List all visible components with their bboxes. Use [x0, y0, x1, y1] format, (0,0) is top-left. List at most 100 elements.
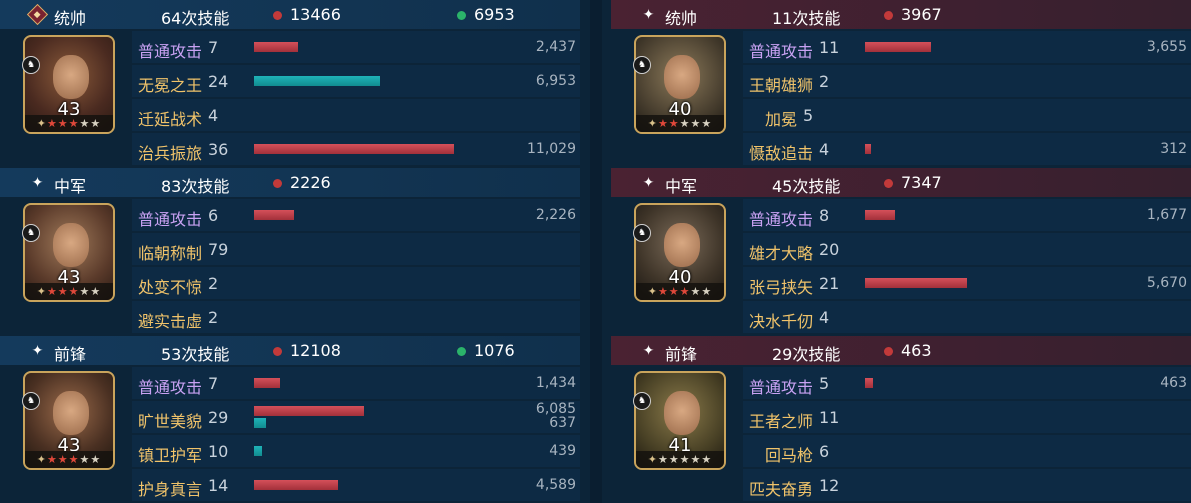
red-dot-icon — [273, 347, 282, 356]
skill-count: 7 — [208, 38, 219, 57]
skill-count: 2 — [208, 308, 219, 327]
damage-bar — [865, 42, 931, 52]
damage-bar — [254, 480, 338, 490]
rank-stars: ✦★★★★★ — [25, 451, 113, 468]
skill-row: 无冕之王 24 6,953 — [132, 65, 580, 97]
cast-count: 29次技能 — [772, 345, 841, 364]
skill-row: 镇卫护军 10 439 — [132, 435, 580, 467]
cavalry-icon: ♞ — [633, 392, 651, 410]
skill-count: 11 — [819, 38, 840, 57]
left-team-panel: ◆ 统帅 64次技能 13466 6953 43 ✦★★★★★ ♞ 普通攻击 7… — [0, 0, 580, 503]
skill-row: 普通攻击 5 463 — [743, 367, 1191, 399]
cavalry-icon: ♞ — [22, 56, 40, 74]
rank-stars: ✦★★★★★ — [636, 283, 724, 300]
damage-total: 463 — [901, 341, 932, 360]
skill-row: 决水千仞 4 — [743, 301, 1191, 333]
skill-name: 普通攻击 — [138, 378, 203, 397]
green-dot-icon — [457, 347, 466, 356]
skill-value: 1,677 — [1146, 207, 1187, 223]
skill-name: 普通攻击 — [749, 210, 814, 229]
skill-row: 雄才大略 20 — [743, 233, 1191, 265]
skill-name: 避实击虚 — [138, 312, 203, 331]
diamond-banner-icon: ◆ — [26, 3, 49, 26]
skill-name: 王朝雄狮 — [749, 76, 814, 95]
damage-total: 7347 — [901, 173, 942, 192]
skill-name: 加冕 — [765, 110, 798, 129]
skill-value: 2,437 — [535, 39, 576, 55]
damage-bar — [254, 378, 280, 388]
skill-count: 20 — [819, 240, 840, 259]
skill-count: 4 — [208, 106, 219, 125]
general-portrait[interactable]: 43 ✦★★★★★ — [23, 35, 115, 134]
left-section-center: ✦ 中军 83次技能 2226 43 ✦★★★★★ ♞ 普通攻击 6 2,226… — [0, 168, 580, 336]
skill-name: 处变不惊 — [138, 278, 203, 297]
general-portrait[interactable]: 40 ✦★★★★★ — [634, 203, 726, 302]
cast-count: 64次技能 — [161, 9, 230, 28]
star-sparkle-icon: ✦ — [642, 174, 655, 191]
skill-row: 普通攻击 7 2,437 — [132, 31, 580, 63]
skill-heal-value: 637 — [549, 415, 576, 431]
right-section-commander: ✦ 统帅 11次技能 3967 40 ✦★★★★★ ♞ 普通攻击 11 3,65… — [611, 0, 1191, 168]
general-portrait[interactable]: 40 ✦★★★★★ — [634, 35, 726, 134]
damage-total: 13466 — [290, 5, 341, 24]
skill-count: 29 — [208, 408, 229, 427]
skill-count: 21 — [819, 274, 840, 293]
portrait-face — [53, 223, 89, 267]
skill-count: 8 — [819, 206, 830, 225]
skill-count: 12 — [819, 476, 840, 495]
role-label: 前锋 — [54, 345, 87, 364]
skill-row: 匹夫奋勇 12 — [743, 469, 1191, 501]
skill-name: 雄才大略 — [749, 244, 814, 263]
skill-value: 1,434 — [535, 375, 576, 391]
skill-row: 普通攻击 8 1,677 — [743, 199, 1191, 231]
general-portrait[interactable]: 43 ✦★★★★★ — [23, 371, 115, 470]
damage-bar — [865, 278, 967, 288]
general-portrait[interactable]: 41 ✦★★★★★ — [634, 371, 726, 470]
general-portrait[interactable]: 43 ✦★★★★★ — [23, 203, 115, 302]
damage-bar — [254, 406, 364, 416]
right-section-center: ✦ 中军 45次技能 7347 40 ✦★★★★★ ♞ 普通攻击 8 1,677… — [611, 168, 1191, 336]
section-header: ✦ 前锋 53次技能 12108 1076 — [0, 336, 580, 365]
portrait-face — [53, 55, 89, 99]
skill-row: 处变不惊 2 — [132, 267, 580, 299]
skill-value: 11,029 — [527, 141, 576, 157]
cast-count: 11次技能 — [772, 9, 841, 28]
skill-count: 4 — [819, 140, 830, 159]
role-label: 前锋 — [665, 345, 698, 364]
skill-count: 79 — [208, 240, 229, 259]
skill-name: 镇卫护军 — [138, 446, 203, 465]
skill-row: 普通攻击 6 2,226 — [132, 199, 580, 231]
red-dot-icon — [884, 347, 893, 356]
skill-count: 10 — [208, 442, 229, 461]
right-team-panel: ✦ 统帅 11次技能 3967 40 ✦★★★★★ ♞ 普通攻击 11 3,65… — [611, 0, 1191, 503]
skill-count: 2 — [208, 274, 219, 293]
skill-count: 4 — [819, 308, 830, 327]
skill-row: 迁延战术 4 — [132, 99, 580, 131]
skill-count: 6 — [208, 206, 219, 225]
skill-name: 匹夫奋勇 — [749, 480, 814, 499]
skill-name: 慑敌追击 — [749, 144, 814, 163]
cavalry-icon: ♞ — [633, 224, 651, 242]
cavalry-icon: ♞ — [22, 224, 40, 242]
skill-row: 回马枪 6 — [743, 435, 1191, 467]
skill-row: 治兵振旅 36 11,029 — [132, 133, 580, 165]
skill-value-pair: 6,085 637 — [536, 402, 576, 430]
star-sparkle-icon: ✦ — [31, 174, 44, 191]
skill-row: 王朝雄狮 2 — [743, 65, 1191, 97]
skill-count: 5 — [803, 106, 814, 125]
skill-value: 5,670 — [1146, 275, 1187, 291]
skill-name: 临朝称制 — [138, 244, 203, 263]
role-label: 统帅 — [54, 9, 87, 28]
skill-row: 普通攻击 11 3,655 — [743, 31, 1191, 63]
skill-count: 7 — [208, 374, 219, 393]
section-header: ◆ 统帅 64次技能 13466 6953 — [0, 0, 580, 29]
heal-bar — [254, 76, 380, 86]
skill-row: 加冕 5 — [743, 99, 1191, 131]
portrait-face — [53, 391, 89, 435]
skill-name: 普通攻击 — [138, 42, 203, 61]
role-label: 中军 — [54, 177, 87, 196]
red-dot-icon — [273, 179, 282, 188]
damage-bar — [254, 210, 294, 220]
skill-name: 回马枪 — [765, 446, 814, 465]
damage-total: 12108 — [290, 341, 341, 360]
